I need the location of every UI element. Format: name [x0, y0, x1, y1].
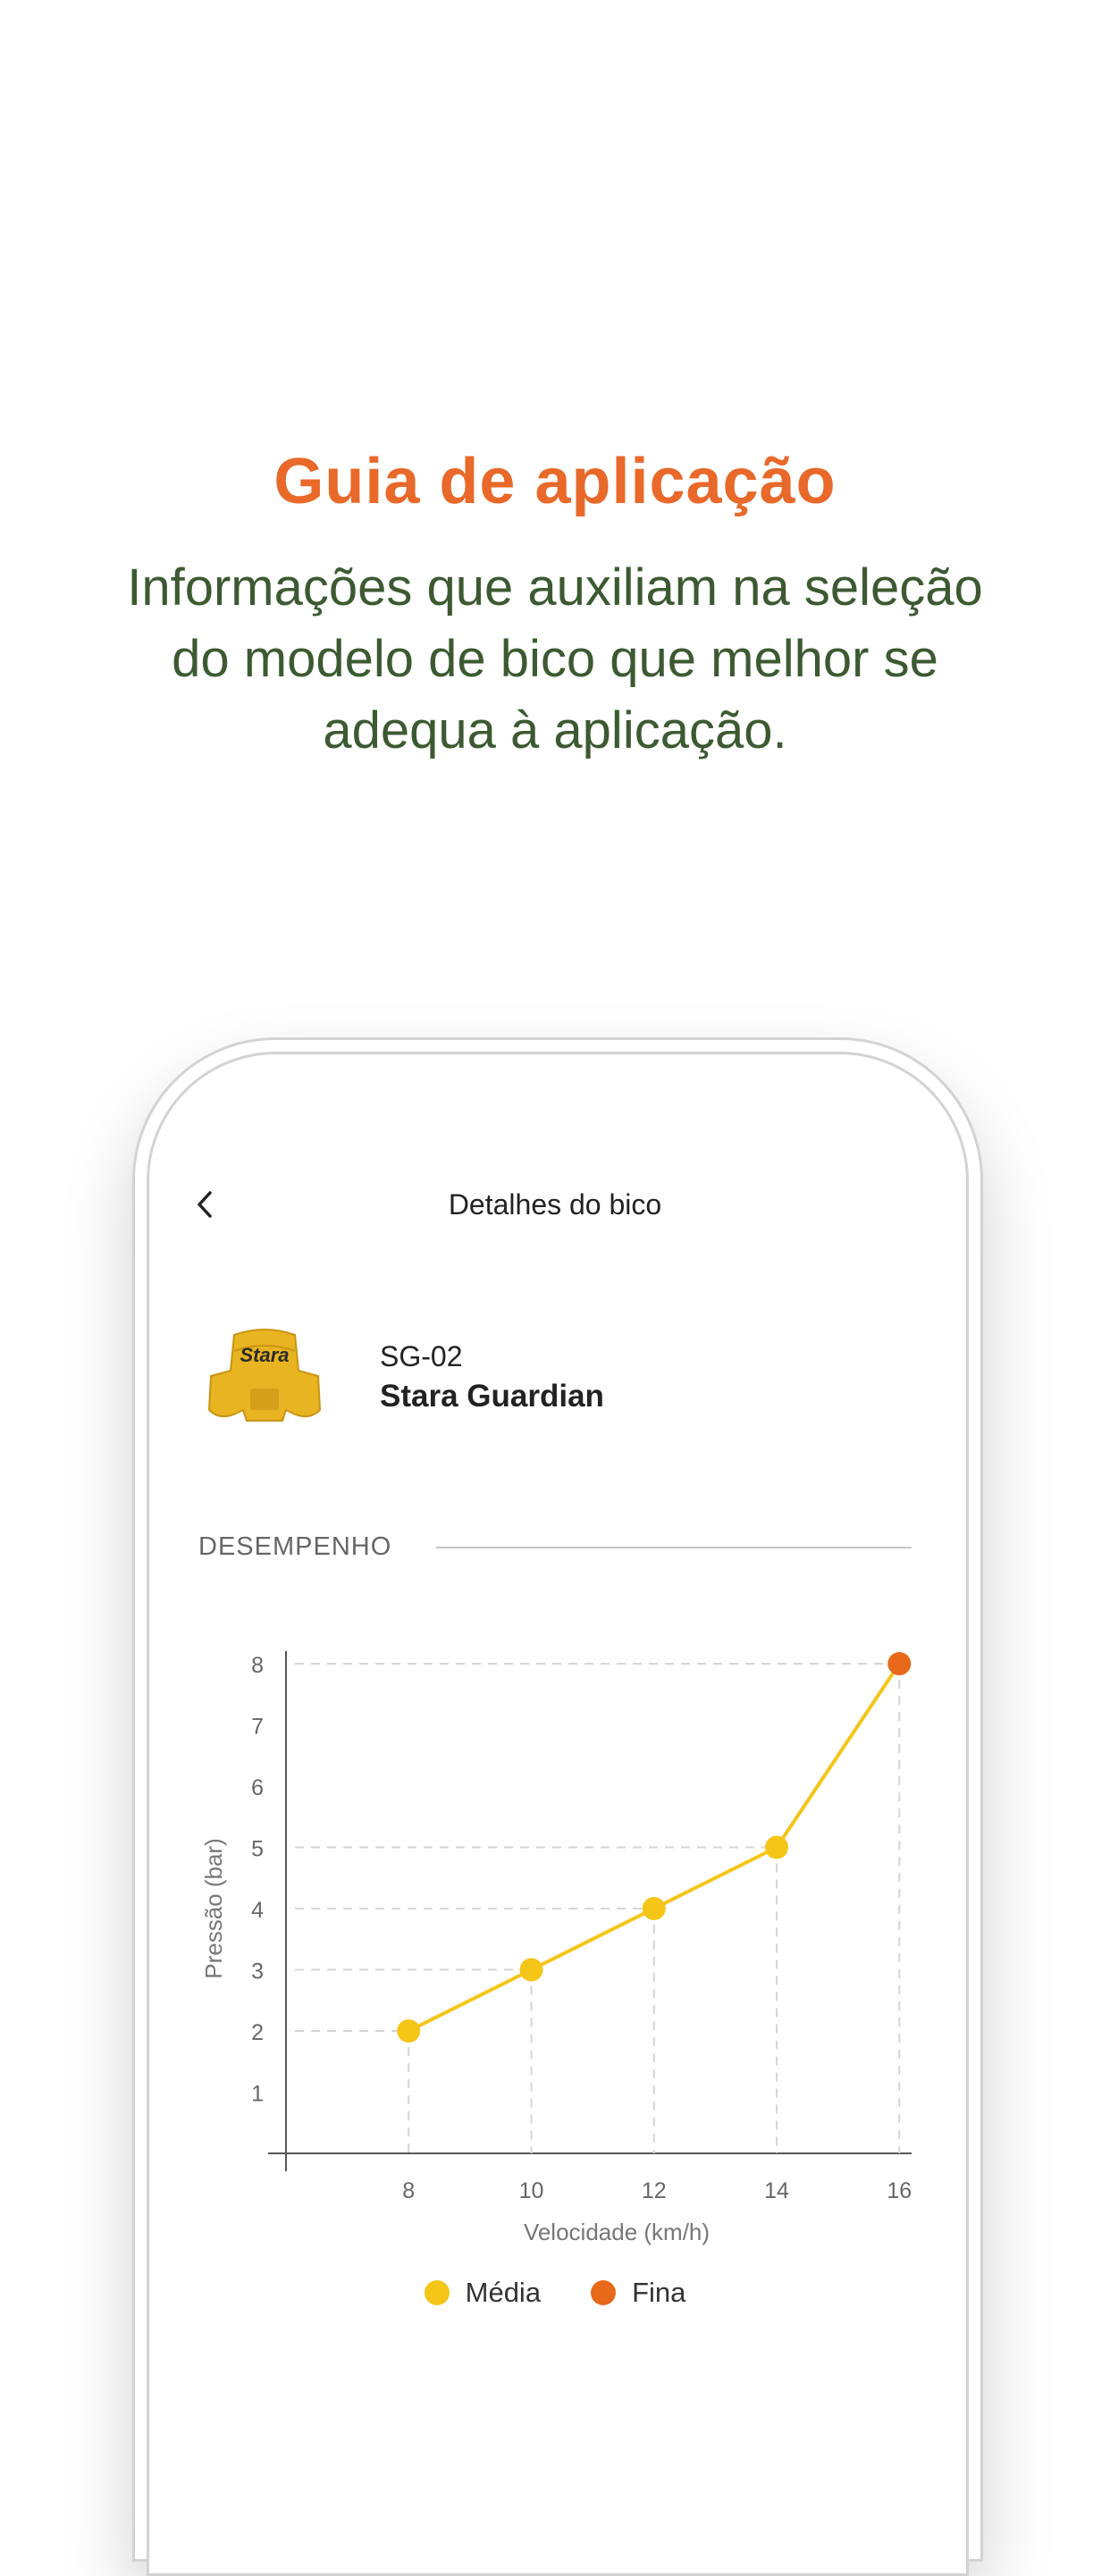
nozzle-name: Stara Guardian [380, 1379, 604, 1414]
legend-item-media: Média [424, 2277, 542, 2309]
legend-dot-fina [591, 2280, 617, 2305]
phone-screen [147, 1052, 969, 2576]
hero-subtitle: Informações que auxiliam na seleção do m… [127, 558, 983, 759]
screen-title: Detalhes do bico [448, 1188, 662, 1221]
chart-legend: Média Fina [0, 2277, 1110, 2309]
section-label: DESEMPENHO [198, 1532, 392, 1561]
section-divider [436, 1547, 912, 1548]
nozzle-image: Stara [207, 1329, 322, 1422]
legend-item-fina: Fina [591, 2277, 685, 2309]
legend-label-media: Média [465, 2277, 542, 2308]
nozzle-brand-logo: Stara [240, 1344, 289, 1366]
nozzle-code: SG-02 [380, 1340, 463, 1372]
hero-title: Guia de aplicação [273, 446, 837, 517]
legend-dot-media [424, 2280, 450, 2305]
legend-label-fina: Fina [632, 2277, 686, 2308]
